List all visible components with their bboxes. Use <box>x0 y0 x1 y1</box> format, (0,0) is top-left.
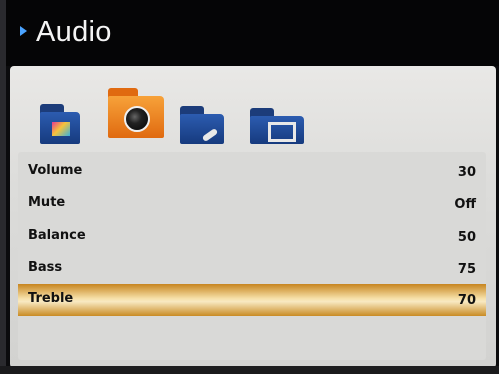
category-icon-bar <box>28 82 328 152</box>
screen-folder-icon[interactable] <box>250 108 304 144</box>
setting-label: Bass <box>28 260 63 275</box>
setting-row-mute[interactable]: Mute Off <box>18 188 486 220</box>
picture-folder-icon[interactable] <box>40 104 80 144</box>
audio-settings-list: Volume 30 Mute Off Balance 50 Bass 75 Tr… <box>18 152 486 360</box>
audio-folder-icon[interactable] <box>108 88 164 138</box>
setting-value: 30 <box>457 165 476 180</box>
screen-bezel-bottom <box>0 366 499 374</box>
setup-folder-icon[interactable] <box>180 106 224 144</box>
setting-value: Off <box>454 197 476 212</box>
menu-title: Audio <box>36 16 112 48</box>
setting-label: Balance <box>28 228 86 243</box>
setting-row-volume[interactable]: Volume 30 <box>18 156 486 188</box>
setting-label: Volume <box>28 163 83 178</box>
setting-row-treble[interactable]: Treble 70 <box>18 284 486 316</box>
setting-label: Mute <box>28 195 66 210</box>
setting-label: Treble <box>28 291 74 306</box>
setting-row-bass[interactable]: Bass 75 <box>18 253 486 285</box>
setting-row-balance[interactable]: Balance 50 <box>18 221 486 253</box>
setting-value: 70 <box>457 293 476 308</box>
title-arrow-icon <box>20 26 27 36</box>
setting-value: 75 <box>457 262 476 277</box>
menu-header: Audio <box>6 0 499 66</box>
setting-value: 50 <box>457 230 476 245</box>
